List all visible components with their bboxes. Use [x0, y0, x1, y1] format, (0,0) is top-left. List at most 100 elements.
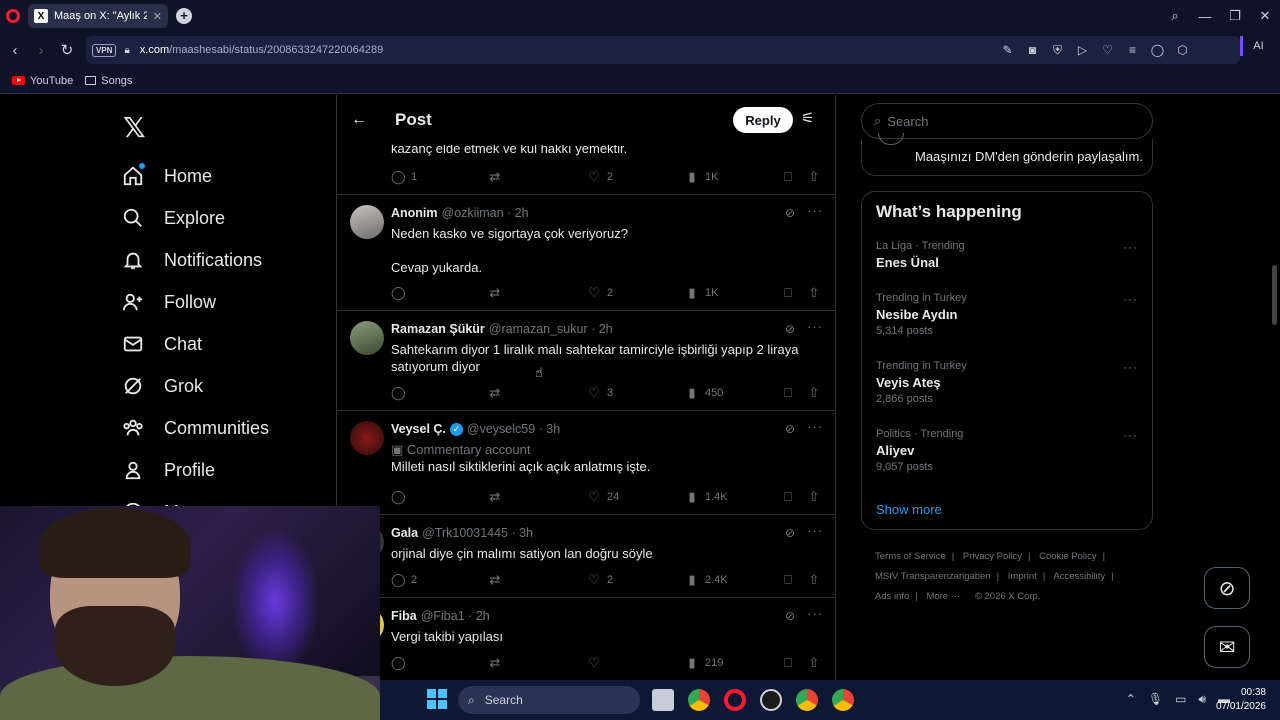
bookmark-youtube[interactable]: YouTube	[12, 75, 73, 87]
back-nav-icon[interactable]: ‹	[2, 42, 28, 59]
trend-item[interactable]: La Liga · Trending Enes Ünal ···	[876, 240, 1146, 270]
retweet-action[interactable]: ⇄	[488, 285, 502, 301]
more-options-icon[interactable]: ···	[1123, 292, 1138, 306]
more-options-icon[interactable]: ···	[807, 606, 823, 621]
show-more-link[interactable]: Show more	[876, 502, 942, 517]
retweet-action[interactable]: ⇄	[488, 169, 502, 185]
sidebar-item-chat[interactable]: Chat	[120, 323, 269, 365]
url-text[interactable]: x.com/maashesabi/status/2008633247220064…	[140, 44, 383, 56]
more-options-icon[interactable]: ···	[1123, 360, 1138, 374]
views-action[interactable]: ▮ 1K	[685, 169, 718, 185]
chrome-icon[interactable]	[688, 689, 710, 711]
avatar[interactable]	[350, 321, 384, 355]
sidebar-item-notifications[interactable]: Notifications	[120, 239, 269, 281]
bookmark-icon[interactable]: ⎕	[781, 285, 795, 301]
url-bar[interactable]: VPN 🔒︎ x.com/maashesabi/status/200863324…	[86, 36, 1240, 64]
back-arrow-icon[interactable]: ←	[351, 111, 369, 129]
bookmark-icon[interactable]: ⎕	[781, 385, 795, 401]
like-action[interactable]: ♡ 2	[587, 285, 613, 301]
search-tabs-icon[interactable]: ⌕	[1160, 8, 1190, 24]
views-action[interactable]: ▮ 450	[685, 385, 723, 401]
chevron-up-icon[interactable]: ⌃	[1126, 692, 1136, 707]
reply-button[interactable]: Reply	[733, 107, 793, 133]
trend-item[interactable]: Trending in Turkey Nesibe Aydın 5,314 po…	[876, 292, 1146, 337]
obs-icon[interactable]	[760, 689, 782, 711]
minimize-icon[interactable]: —	[1190, 9, 1220, 24]
vpn-badge[interactable]: VPN	[92, 43, 117, 57]
heart-icon[interactable]: ♡	[1100, 43, 1115, 58]
tweet-item[interactable]: Anonim @ozkiiman · 2h ⊘ ··· Neden kasko v…	[337, 194, 835, 310]
retweet-action[interactable]: ⇄	[488, 489, 502, 505]
forward-nav-icon[interactable]: ›	[28, 42, 54, 59]
microphone-icon[interactable]: 🎙︎	[1148, 692, 1163, 707]
play-icon[interactable]: ▷	[1075, 43, 1090, 58]
like-action[interactable]: ♡ 2	[587, 572, 613, 588]
volume-icon[interactable]: 🔊︎	[1198, 692, 1206, 707]
more-options-icon[interactable]: ···	[807, 419, 823, 434]
share-icon[interactable]: ⇧	[807, 169, 821, 185]
camera-icon[interactable]: ◙	[1025, 43, 1040, 58]
retweet-action[interactable]: ⇄	[488, 385, 502, 401]
bookmark-icon[interactable]: ⎕	[781, 169, 795, 185]
more-options-icon[interactable]: ···	[807, 523, 823, 538]
grok-fab-button[interactable]: ⊘	[1204, 567, 1250, 609]
new-tab-icon[interactable]: +	[176, 8, 192, 24]
views-action[interactable]: ▮ 219	[685, 655, 723, 671]
tweet-item[interactable]: Ramazan Şükür @ramazan_sukur · 2h ⊘ ··· S…	[337, 310, 835, 410]
share-icon[interactable]: ⇧	[807, 489, 821, 505]
footer-link[interactable]: Cookie Policy	[1039, 551, 1097, 562]
more-options-icon[interactable]: ···	[1123, 240, 1138, 254]
account-icon[interactable]: ◯	[1150, 43, 1165, 58]
ai-button[interactable]: AI	[1240, 36, 1274, 56]
reply-action[interactable]: ◯	[391, 385, 411, 401]
tab-close-icon[interactable]: ✕	[153, 10, 162, 23]
scrollbar[interactable]	[1270, 95, 1280, 680]
restore-icon[interactable]: ❐	[1220, 8, 1250, 24]
reply-action[interactable]: ◯ 1	[391, 169, 417, 185]
messages-fab-button[interactable]: ✉	[1204, 626, 1250, 668]
taskbar-clock[interactable]: 00:38 07/01/2026	[1216, 686, 1266, 714]
more-options-icon[interactable]: ···	[807, 203, 823, 218]
trend-item[interactable]: Politics · Trending Aliyev 9,057 posts ·…	[876, 428, 1146, 473]
x-logo-icon[interactable]: 𝕏	[123, 111, 146, 144]
share-icon[interactable]: ⇧	[807, 385, 821, 401]
footer-link[interactable]: Ads info	[875, 591, 909, 602]
like-action[interactable]: ♡ 2	[587, 169, 613, 185]
edit-icon[interactable]: ✎	[1000, 43, 1015, 58]
grok-icon[interactable]: ⊘	[785, 526, 795, 540]
like-action[interactable]: ♡ 24	[587, 489, 619, 505]
taskbar-search[interactable]: ⌕ Search	[458, 686, 640, 714]
more-options-icon[interactable]: ···	[1123, 428, 1138, 442]
grok-icon[interactable]: ⊘	[785, 322, 795, 336]
search-input[interactable]: ⌕ Search	[861, 103, 1153, 139]
bookmark-icon[interactable]: ⎕	[781, 489, 795, 505]
share-icon[interactable]: ⇧	[807, 572, 821, 588]
retweet-action[interactable]: ⇄	[488, 655, 502, 671]
share-icon[interactable]: ⇧	[807, 655, 821, 671]
footer-link[interactable]: Privacy Policy	[963, 551, 1022, 562]
reply-action[interactable]: ◯	[391, 285, 411, 301]
opera-icon[interactable]	[724, 689, 746, 711]
opera-logo-icon[interactable]	[0, 0, 26, 32]
sidebar-item-communities[interactable]: Communities	[120, 407, 269, 449]
close-window-icon[interactable]: ✕	[1250, 8, 1280, 24]
reply-action[interactable]: ◯ 2	[391, 572, 417, 588]
grok-icon[interactable]: ⊘	[785, 609, 795, 623]
filter-icon[interactable]: ⚟	[801, 109, 814, 127]
sidebar-item-grok[interactable]: Grok	[120, 365, 269, 407]
tweet-item[interactable]: Veysel Ç. ✓ @veyselc59 · 3h ⊘ ··· ▣ Commen…	[337, 410, 835, 514]
footer-link[interactable]: Accessibility	[1053, 571, 1105, 582]
more-options-icon[interactable]: ···	[807, 319, 823, 334]
trend-item[interactable]: Trending in Turkey Veyis Ateş 2,866 post…	[876, 360, 1146, 405]
box-icon[interactable]: ⬡	[1175, 43, 1190, 58]
views-action[interactable]: ▮ 1.4K	[685, 489, 727, 505]
windows-start-icon[interactable]	[427, 689, 447, 709]
views-action[interactable]: ▮ 1K	[685, 285, 718, 301]
avatar[interactable]	[350, 421, 384, 455]
browser-tab[interactable]: X Maaş on X: "Aylık 2.5-3 m ✕	[28, 4, 168, 28]
avatar[interactable]	[350, 205, 384, 239]
like-action[interactable]: ♡	[587, 655, 607, 671]
sidebar-item-follow[interactable]: Follow	[120, 281, 269, 323]
list-icon[interactable]: ≡	[1125, 43, 1140, 58]
sidebar-item-profile[interactable]: Profile	[120, 449, 269, 491]
